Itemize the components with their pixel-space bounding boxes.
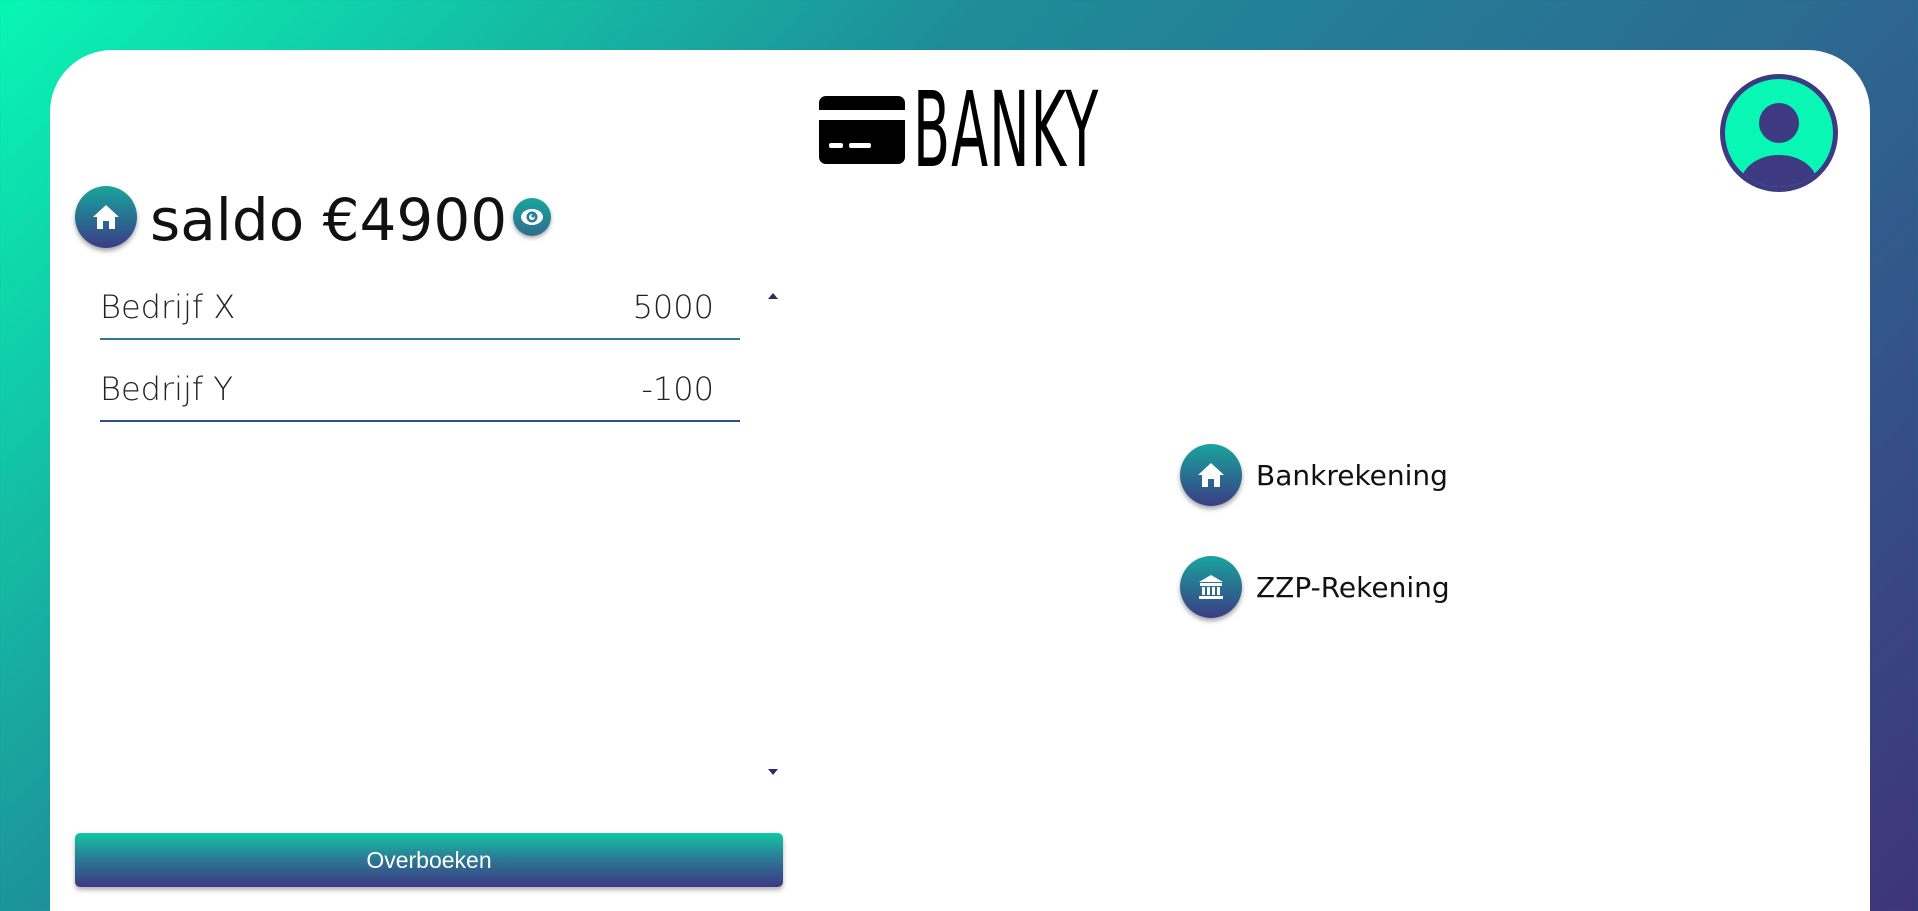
- account-item-zzp-rekening[interactable]: ZZP-Rekening: [1180, 556, 1450, 618]
- account-label: Bankrekening: [1256, 458, 1448, 492]
- transaction-row[interactable]: Bedrijf X 5000: [100, 280, 740, 340]
- user-avatar[interactable]: [1720, 74, 1838, 192]
- credit-card-icon: [819, 96, 905, 164]
- transaction-name: Bedrijf X: [100, 288, 236, 326]
- transaction-name: Bedrijf Y: [100, 370, 233, 408]
- balance-text: saldo €4900: [150, 186, 508, 254]
- transaction-amount: 5000: [632, 288, 714, 326]
- eye-icon: [521, 209, 543, 225]
- home-button[interactable]: [75, 186, 137, 248]
- brand-name: BANKY: [913, 69, 1100, 191]
- main-card: BANKY saldo €4900 Bedrijf X 5000 Bedrijf…: [50, 50, 1870, 911]
- toggle-balance-visibility-button[interactable]: [513, 198, 551, 236]
- transaction-row[interactable]: Bedrijf Y -100: [100, 362, 740, 422]
- bank-icon: [1199, 575, 1223, 599]
- brand-logo: BANKY: [819, 75, 1273, 185]
- home-icon: [1198, 463, 1224, 487]
- transaction-amount: -100: [641, 370, 714, 408]
- account-icon-button[interactable]: [1180, 556, 1242, 618]
- home-icon: [93, 205, 119, 229]
- user-icon: [1741, 103, 1817, 187]
- transfer-button[interactable]: Overboeken: [75, 833, 783, 887]
- transaction-list: Bedrijf X 5000 Bedrijf Y -100: [100, 280, 740, 444]
- account-label: ZZP-Rekening: [1256, 570, 1450, 604]
- scroll-up-arrow-icon[interactable]: [768, 293, 778, 299]
- account-icon-button[interactable]: [1180, 444, 1242, 506]
- account-item-bankrekening[interactable]: Bankrekening: [1180, 444, 1448, 506]
- scroll-down-arrow-icon[interactable]: [768, 769, 778, 775]
